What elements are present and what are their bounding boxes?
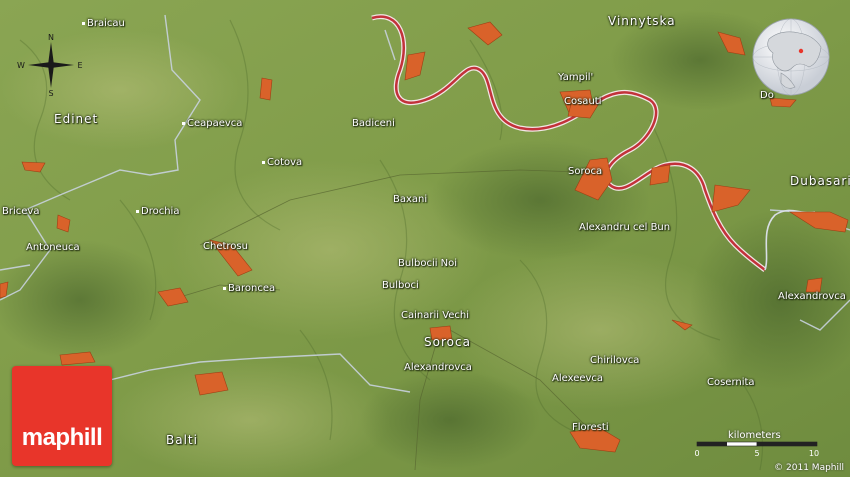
compass-west: W [17,61,25,70]
place-label: Badiceni [352,118,395,129]
place-label: Baxani [393,194,428,205]
scale-tick: 5 [754,449,759,458]
compass-east: E [77,61,82,70]
place-label: Alexandru cel Bun [579,222,671,233]
place-label: Cotova [262,157,302,168]
place-label: Antoneuca [26,242,80,253]
brand-label: maphill [21,424,103,451]
place-label: Alexeevca [552,373,604,384]
compass-rose-icon: N S E W [17,34,82,96]
place-label: Braicau [82,18,125,29]
place-label: Balti [166,433,198,447]
maphill-logo[interactable]: maphill [12,366,112,466]
place-label: Alexandrovca [404,362,472,373]
place-label: Briceva [2,206,40,217]
map-view[interactable]: N S E W Braicau Vinnytska Edinet Ceapaev… [0,0,850,477]
place-label: Baroncea [223,283,275,294]
place-label: Soroca [568,166,603,177]
scale-bar: 0 5 10 [694,441,819,458]
compass-south: S [48,89,53,96]
scale-tick: 10 [809,449,819,458]
place-label: Floresti [572,422,609,433]
place-label: Yampil' [558,72,594,83]
place-label: Edinet [54,112,99,126]
place-label: Cosauti [564,96,602,107]
place-label: Do [760,90,774,101]
place-label: Chirilovca [590,355,640,366]
place-label: Bulboci [382,280,419,291]
place-label: Bulbocii Noi [398,258,458,269]
place-label: Dubasari [790,174,850,188]
terrain-layer [0,0,850,477]
compass-north: N [48,34,54,42]
place-label: Chetrosu [203,241,248,252]
place-label: Cosernita [707,377,755,388]
place-label: Drochia [136,206,179,217]
place-label: Ceapaevca [182,118,242,129]
place-label: Soroca [424,335,471,349]
place-label: Cainarii Vechi [401,310,470,321]
place-label: Alexandrovca [778,291,846,302]
copyright-text: © 2011 Maphill [774,463,844,473]
region-label: Vinnytska [608,14,676,28]
locator-globe [752,18,830,96]
scale-tick: 0 [694,449,699,458]
